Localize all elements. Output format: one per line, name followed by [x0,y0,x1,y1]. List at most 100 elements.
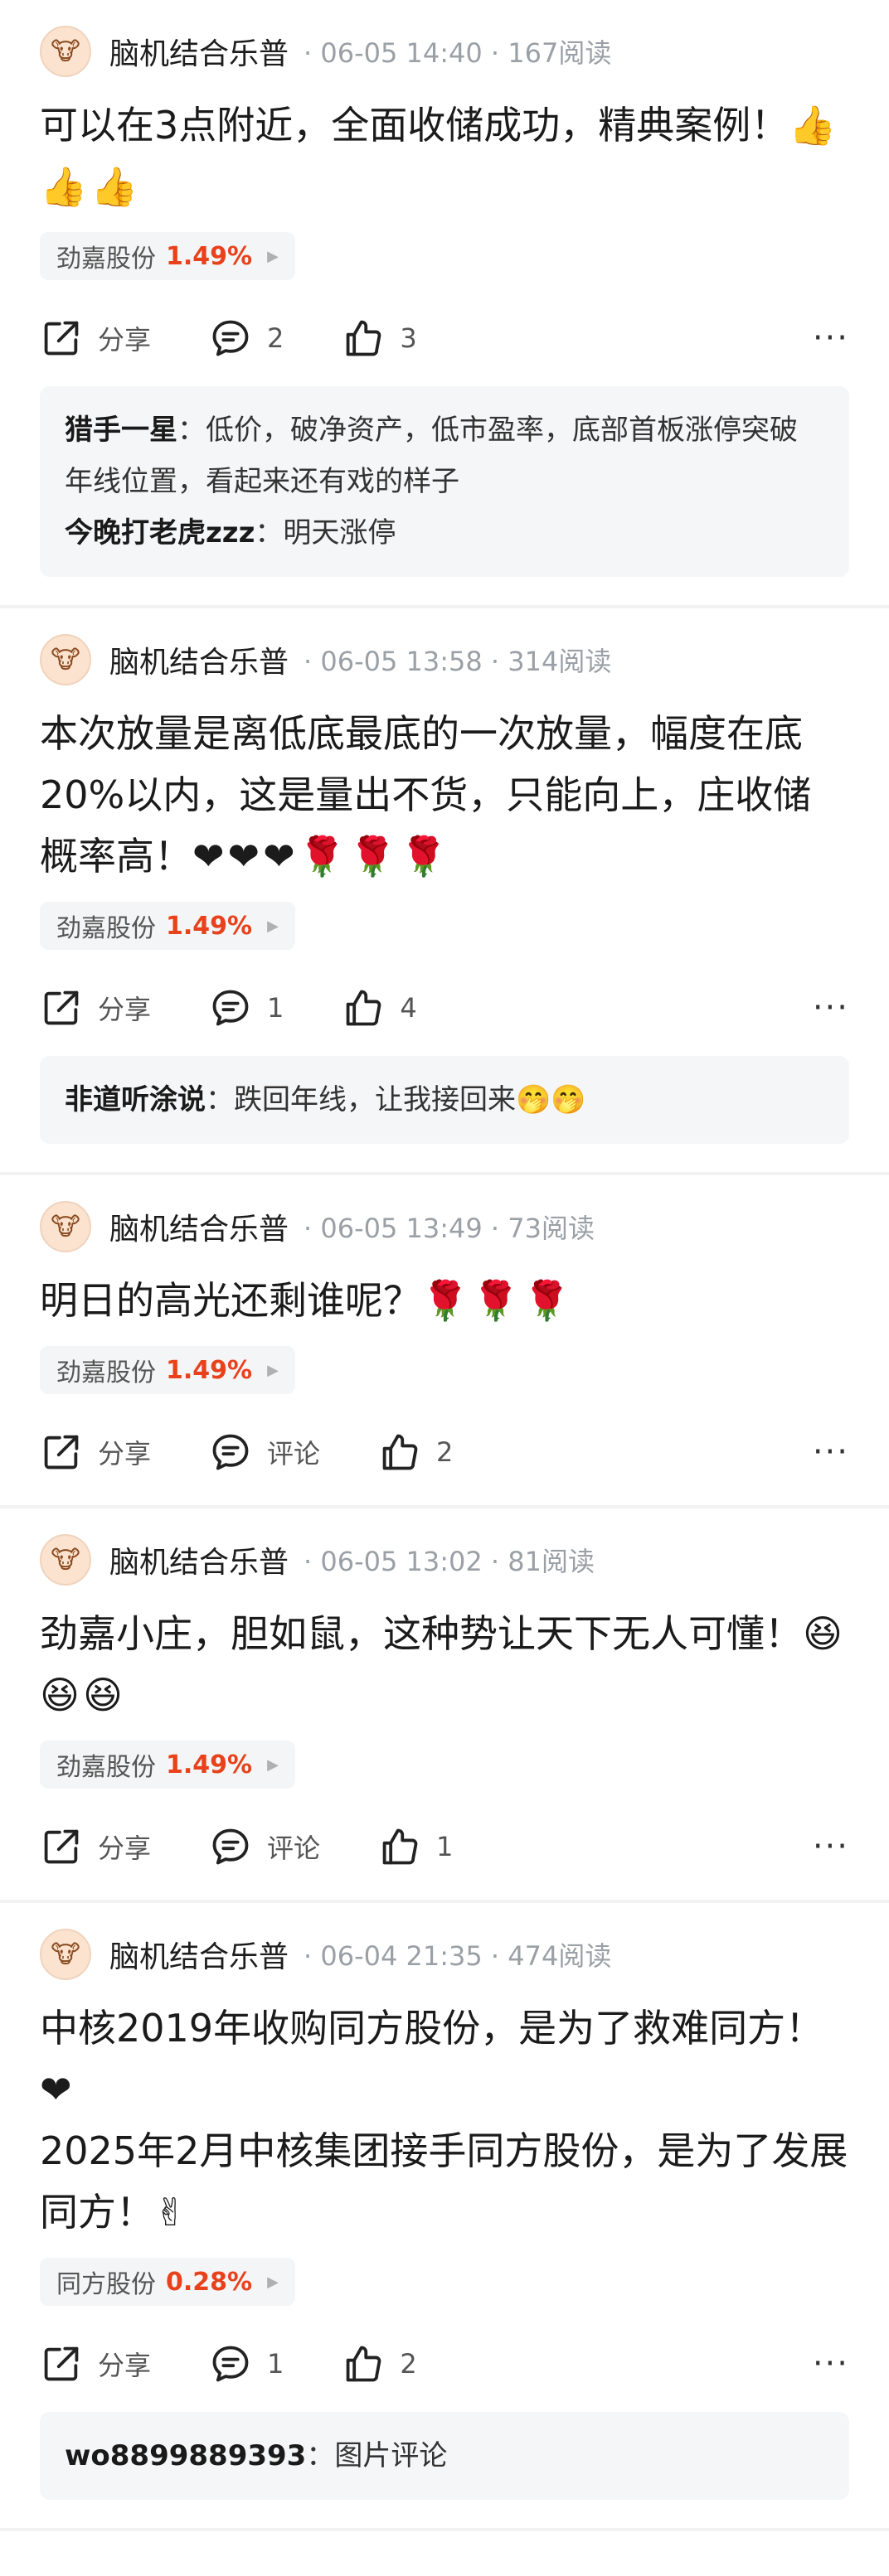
comment-item[interactable]: 今晚打老虎zzz：明天涨停 [65,507,824,559]
avatar[interactable]: 🐮 [40,1534,91,1586]
post-content[interactable]: 可以在3点附近，全面收储成功，精典案例！👍👍👍 [40,94,849,217]
post-card: 🐮 脑机结合乐普 · 06-04 21:35 · 474阅读中核2019年收购同方股… [0,1903,889,2531]
comment-icon [209,1431,267,1474]
chevron-right-icon: ▶ [267,917,279,935]
comment-text: ：明天涨停 [255,516,396,550]
comment-item[interactable]: 猎手一星：低价，破净资产，低市盈率，底部首板涨停突破年线位置，看起来还有戏的样子 [65,404,824,507]
like-button[interactable]: 3 [342,317,417,360]
comment-text: ：图片评论 [306,2439,448,2472]
post-text: 明日的高光还剩谁呢？ [40,1278,421,1323]
comment-icon [209,317,267,360]
stock-change: 1.49% [166,911,253,941]
share-button[interactable]: 分享 [40,986,151,1029]
author-name[interactable]: 脑机结合乐普 [109,638,289,681]
thumbs-up-icon [342,2342,400,2385]
share-label: 分享 [98,994,152,1025]
more-icon[interactable]: ··· [813,1828,849,1866]
comment-preview[interactable]: wo8899889393：图片评论 [40,2412,849,2500]
stock-tag[interactable]: 同方股份 0.28% ▶ [40,2258,295,2306]
post-card: 🐮 脑机结合乐普 · 06-05 13:49 · 73阅读明日的高光还剩谁呢？🌹🌹🌹… [0,1175,889,1508]
comment-count: 1 [267,992,284,1024]
post-content[interactable]: 本次放量是离低底最底的一次放量，幅度在底20%以内，这是量出不货，只能向上，庄收… [40,703,849,887]
stock-name: 同方股份 [56,2270,156,2299]
thumbs-up-icon [378,1431,436,1474]
share-button[interactable]: 分享 [40,2342,151,2385]
avatar[interactable]: 🐮 [40,1201,91,1252]
stock-change: 1.49% [166,1355,253,1385]
stock-tag[interactable]: 劲嘉股份 1.49% ▶ [40,902,295,950]
stock-change: 0.28% [166,2267,253,2297]
comment-count: 1 [267,2348,284,2380]
post-emoji: ❤❤❤🌹🌹🌹 [192,834,451,879]
post-text: 可以在3点附近，全面收储成功，精典案例！ [40,103,789,148]
post-card: 🐮 脑机结合乐普 · 06-05 13:02 · 81阅读劲嘉小庄，胆如鼠，这种势让… [0,1508,889,1903]
commenter-name[interactable]: 非道听涂说 [65,1083,206,1116]
comment-icon [209,986,267,1029]
comment-item[interactable]: wo8899889393：图片评论 [65,2430,824,2482]
stock-name: 劲嘉股份 [56,1753,156,1782]
more-icon[interactable]: ··· [813,319,849,357]
post-header: 🐮 脑机结合乐普 · 06-05 14:40 · 167阅读 [40,0,849,80]
comment-button[interactable]: 评论 [209,1825,320,1868]
comment-count: 评论 [267,1833,321,1864]
more-icon[interactable]: ··· [813,989,849,1027]
share-icon [40,2342,98,2385]
stock-tag[interactable]: 劲嘉股份 1.49% ▶ [40,232,295,280]
comment-button[interactable]: 1 [209,986,284,1029]
share-label: 分享 [98,324,152,356]
share-label: 分享 [98,1833,152,1864]
comment-button[interactable]: 2 [209,317,284,360]
post-meta: · 06-05 13:49 · 73阅读 [304,1213,595,1244]
post-meta: · 06-05 14:40 · 167阅读 [304,37,612,69]
comment-button[interactable]: 1 [209,2342,284,2385]
like-button[interactable]: 4 [342,986,417,1029]
share-icon [40,317,98,360]
stock-change: 1.49% [166,241,253,271]
post-content[interactable]: 明日的高光还剩谁呢？🌹🌹🌹 [40,1270,849,1331]
post-card: 🐮 脑机结合乐普 · 06-05 14:40 · 167阅读可以在3点附近，全面收储… [0,0,889,608]
thumbs-up-icon [342,317,400,360]
post-meta: · 06-04 21:35 · 474阅读 [304,1940,612,1972]
like-button[interactable]: 2 [378,1431,453,1474]
post-emoji: ✌ [154,2190,190,2235]
author-name[interactable]: 脑机结合乐普 [109,30,289,73]
action-bar: 分享 2 3 ··· [40,297,849,380]
comment-preview[interactable]: 非道听涂说：跌回年线，让我接回来🤭🤭 [40,1056,849,1144]
avatar[interactable]: 🐮 [40,26,91,77]
post-emoji: 🌹🌹🌹 [421,1278,574,1323]
thumbs-up-icon [378,1825,436,1868]
share-button[interactable]: 分享 [40,1825,151,1868]
commenter-name[interactable]: 猎手一星 [65,414,177,447]
comment-button[interactable]: 评论 [209,1431,320,1474]
share-button[interactable]: 分享 [40,317,151,360]
commenter-name[interactable]: 今晚打老虎zzz [65,516,255,550]
author-name[interactable]: 脑机结合乐普 [109,1205,289,1248]
author-name[interactable]: 脑机结合乐普 [109,1933,289,1976]
avatar[interactable]: 🐮 [40,634,91,685]
action-bar: 分享 1 2 ··· [40,2322,849,2405]
comment-count: 2 [267,322,284,354]
like-button[interactable]: 1 [378,1825,453,1868]
author-name[interactable]: 脑机结合乐普 [109,1538,289,1581]
more-icon[interactable]: ··· [813,2345,849,2383]
like-count: 2 [436,1436,454,1468]
share-label: 分享 [98,2350,152,2381]
post-content[interactable]: 中核2019年收购同方股份，是为了救难同方！❤ 2025年2月中核集团接手同方股… [40,1997,849,2243]
post-text: 劲嘉小庄，胆如鼠，这种势让天下无人可懂！ [40,1611,803,1656]
thumbs-up-icon [342,986,400,1029]
post-content[interactable]: 劲嘉小庄，胆如鼠，这种势让天下无人可懂！😆😆😆 [40,1603,849,1726]
commenter-name[interactable]: wo8899889393 [65,2439,306,2472]
stock-tag[interactable]: 劲嘉股份 1.49% ▶ [40,1346,295,1394]
post-meta: · 06-05 13:58 · 314阅读 [304,646,612,677]
stock-tag[interactable]: 劲嘉股份 1.49% ▶ [40,1741,295,1789]
stock-name: 劲嘉股份 [56,914,156,943]
stock-name: 劲嘉股份 [56,245,156,274]
comment-preview[interactable]: 猎手一星：低价，破净资产，低市盈率，底部首板涨停突破年线位置，看起来还有戏的样子… [40,386,849,577]
more-icon[interactable]: ··· [813,1433,849,1471]
avatar[interactable]: 🐮 [40,1929,91,1980]
post-meta: · 06-05 13:02 · 81阅读 [304,1546,595,1577]
share-button[interactable]: 分享 [40,1431,151,1474]
like-button[interactable]: 2 [342,2342,417,2385]
share-icon [40,1825,98,1868]
comment-item[interactable]: 非道听涂说：跌回年线，让我接回来🤭🤭 [65,1074,824,1126]
